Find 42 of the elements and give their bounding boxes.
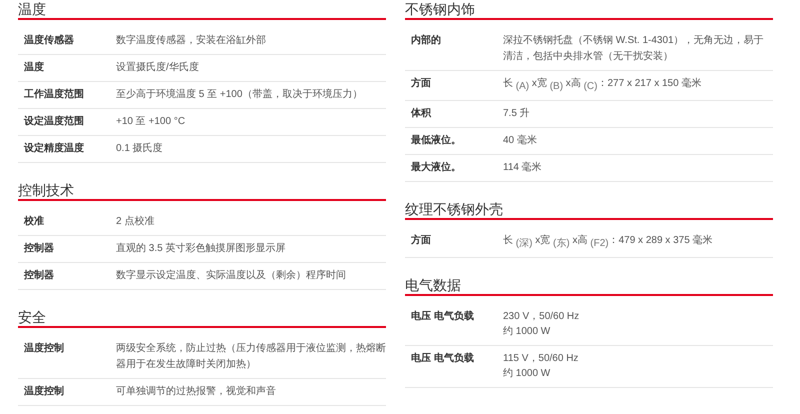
spec-value: 直观的 3.5 英寸彩色触摸屏图形显示屏 xyxy=(116,242,286,256)
spec-value: 设置摄氏度/华氏度 xyxy=(116,60,199,75)
spec-value: 数字温度传感器，安装在浴缸外部 xyxy=(116,34,266,48)
spec-value: +10 至 +100 °C xyxy=(116,115,186,129)
spec-value: 可单独调节的过热报警，视觉和声音 xyxy=(116,384,276,399)
section-heading: 安全 xyxy=(18,308,386,328)
section-heading: 不锈钢内饰 xyxy=(405,0,773,20)
spec-label: 电压 电气负载 xyxy=(411,310,475,324)
spec-value: 数字显示设定温度、实际温度以及（剩余）程序时间 xyxy=(116,268,346,283)
spec-value: 0.1 摄氏度 xyxy=(116,142,163,156)
spec-label: 电压 电气负载 xyxy=(411,352,475,366)
spec-label: 方面 xyxy=(411,77,432,91)
spec-label: 体积 xyxy=(411,107,432,121)
section-heading: 电气数据 xyxy=(405,276,773,296)
section-heading: 纹理不锈钢外壳 xyxy=(405,200,773,220)
spec-label: 温度控制 xyxy=(24,385,65,399)
section-heading: 控制技术 xyxy=(18,181,386,201)
spec-value: 40 毫米 xyxy=(503,134,537,148)
spec-label: 控制器 xyxy=(24,242,55,256)
spec-label: 设定温度范围 xyxy=(24,115,85,129)
spec-value: 7.5 升 xyxy=(503,106,530,121)
spec-value: 约 1000 W xyxy=(503,325,552,339)
spec-value: 115 V，50/60 Hz xyxy=(503,352,578,366)
spec-value: 深拉不锈钢托盘（不锈钢 W.St. 1-4301），无角无边，易于清洁，包括中央排水管（无干扰安装） xyxy=(503,34,765,64)
spec-label: 工作温度范围 xyxy=(24,88,85,102)
spec-label: 温度控制 xyxy=(24,342,65,356)
spec-value: 至少高于环境温度 5 至 +100（带盖，取决于环境压力） xyxy=(116,88,362,102)
spec-value: 114 毫米 xyxy=(503,160,542,175)
spec-label: 最大液位。 xyxy=(411,161,462,175)
spec-label: 温度 xyxy=(24,61,45,75)
spec-value: 230 V，50/60 Hz xyxy=(503,310,580,324)
spec-label: 内部的 xyxy=(411,34,442,48)
spec-label: 控制器 xyxy=(24,269,55,283)
spec-label: 最低液位。 xyxy=(411,134,462,148)
spec-label: 温度传感器 xyxy=(24,34,75,48)
spec-value: 两级安全系统，防止过热（压力传感器用于液位监测，热熔断器用于在发生故障时关闭加热） xyxy=(116,342,386,372)
spec-label: 校准 xyxy=(24,215,45,229)
section-heading: 温度 xyxy=(18,0,386,20)
spec-label: 方面 xyxy=(411,234,432,248)
spec-value: 约 1000 W xyxy=(503,367,552,381)
spec-value: 2 点校准 xyxy=(116,214,154,229)
spec-label: 设定精度温度 xyxy=(24,142,85,156)
